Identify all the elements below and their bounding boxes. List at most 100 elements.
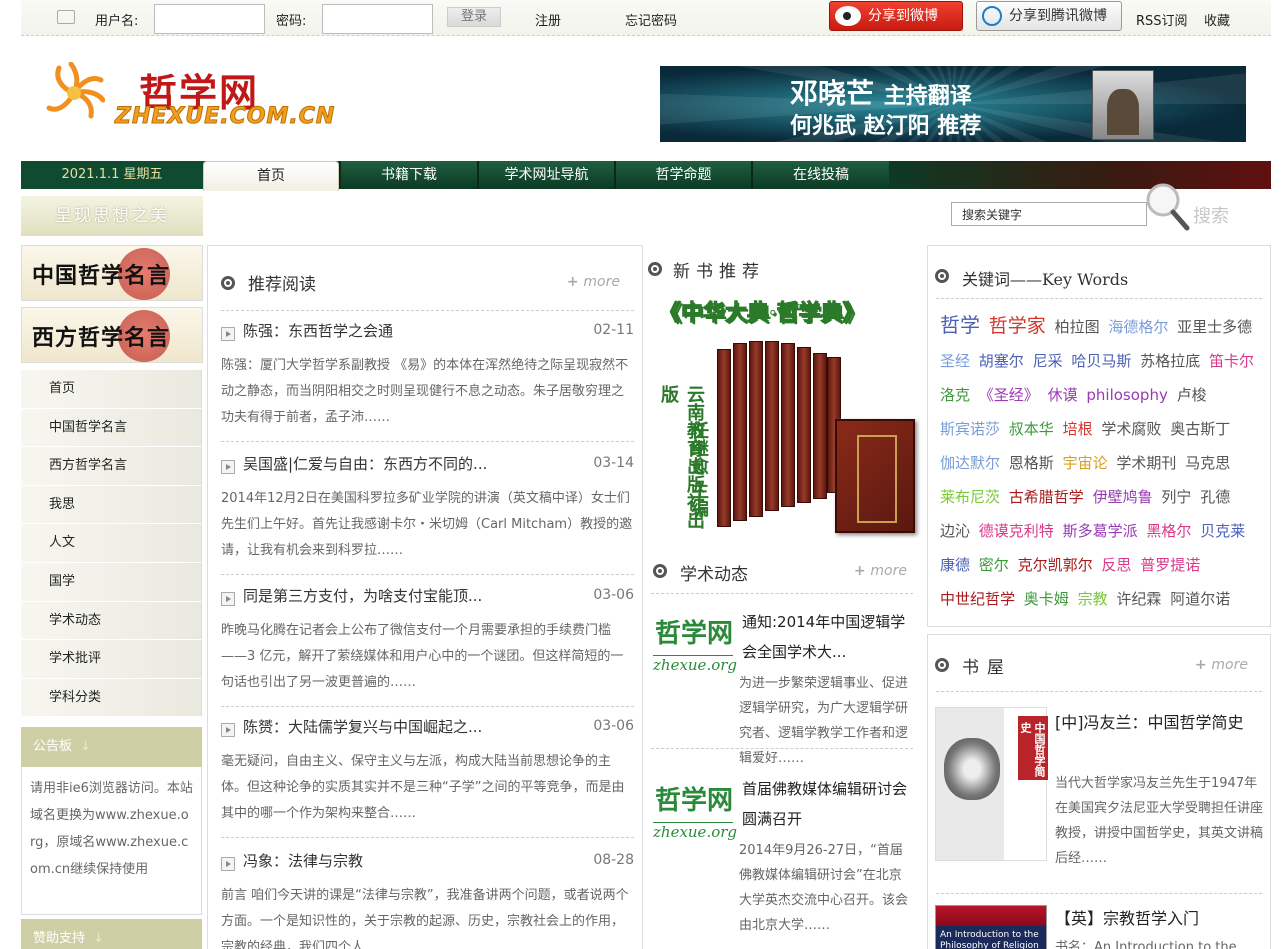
item-title[interactable]: 吴国盛|仁爱与自由：东西方不同的... (243, 453, 487, 474)
keyword-tag[interactable]: 哲学 (940, 313, 980, 337)
keyword-tag[interactable]: philosophy (1086, 386, 1167, 404)
keyword-tag[interactable]: 密尔 (979, 556, 1009, 574)
left-menu-item[interactable]: 国学 (21, 562, 202, 602)
list-item[interactable]: 哲学网 zhexue.org 通知:2014年中国逻辑学会全国学术大... 为进… (651, 607, 913, 766)
keyword-tag[interactable]: 苏格拉底 (1140, 352, 1200, 370)
username-input[interactable] (154, 4, 265, 34)
tab-academic-links[interactable]: 学术网址导航 (477, 161, 614, 189)
left-menu-item[interactable]: 学术批评 (21, 640, 202, 679)
keyword-tag[interactable]: 哲学家 (989, 315, 1046, 337)
tab-home[interactable]: 首页 (203, 161, 339, 191)
western-quotes-button[interactable]: 西方哲学名言 (21, 307, 203, 363)
keyword-tag[interactable]: 学术腐败 (1101, 420, 1161, 438)
keyword-tag[interactable]: 黑格尔 (1146, 522, 1191, 540)
keyword-tag[interactable]: 古希腊哲学 (1009, 488, 1084, 506)
keyword-tag[interactable]: 孔德 (1200, 488, 1230, 506)
keyword-tag[interactable]: 卢梭 (1177, 386, 1207, 404)
keyword-tag[interactable]: 克尔凯郭尔 (1018, 556, 1093, 574)
tab-submit[interactable]: 在线投稿 (751, 161, 889, 189)
search-button[interactable]: 搜索 (1193, 202, 1229, 228)
list-item[interactable]: 冯象：法律与宗教 08-28 前言 咱们今天讲的课是“法律与宗教”，我准备讲两个… (221, 850, 634, 949)
book-cover-image[interactable]: An Introduction to the Philosophy of Rel… (935, 905, 1047, 949)
keyword-tag[interactable]: 反思 (1101, 556, 1131, 574)
academic-more-link[interactable]: more (854, 563, 907, 579)
site-logo[interactable]: 哲学网 ZHEXUE.COM.CN (21, 42, 621, 157)
keyword-tag[interactable]: 许纪霖 (1116, 590, 1161, 608)
chinese-quotes-button[interactable]: 中国哲学名言 (21, 245, 203, 301)
news-title[interactable]: 通知:2014年中国逻辑学会全国学术大... (742, 607, 912, 667)
register-link[interactable]: 注册 (535, 10, 561, 29)
left-menu-item[interactable]: 中国哲学名言 (21, 408, 202, 448)
chinese-quotes-label: 中国哲学名言 (32, 263, 171, 289)
header-ad-banner[interactable]: 邓晓芒 主持翻译 何兆武 赵汀阳 推荐 (660, 66, 1246, 142)
favorite-link[interactable]: 收藏 (1204, 10, 1230, 29)
news-title[interactable]: 首届佛教媒体编辑研讨会圆满召开 (742, 774, 912, 834)
keyword-tag[interactable]: 斯多葛学派 (1063, 522, 1138, 540)
left-menu-item[interactable]: 西方哲学名言 (21, 447, 202, 486)
new-book-cover-image[interactable]: 《中华大典·哲学典》 云南教育出版社出版 任继愈 主编 (655, 295, 917, 539)
keyword-tag[interactable]: 普罗提诺 (1140, 556, 1200, 574)
book-cover-image[interactable]: 中国哲学简史 (935, 707, 1048, 861)
share-tencent-button[interactable]: 分享到腾讯微博 (976, 1, 1122, 31)
keyword-tag[interactable]: 《圣经》 (979, 386, 1039, 404)
keyword-tag[interactable]: 笛卡尔 (1209, 352, 1254, 370)
keyword-tag[interactable]: 尼采 (1033, 352, 1063, 370)
keyword-tag[interactable]: 马克思 (1185, 454, 1230, 472)
keyword-tag[interactable]: 洛克 (940, 386, 970, 404)
notice-board-header: 公告板 ↓ (21, 727, 202, 767)
keyword-tag[interactable]: 奥卡姆 (1024, 590, 1069, 608)
list-item[interactable]: 吴国盛|仁爱与自由：东西方不同的... 03-14 2014年12月2日在美国科… (221, 453, 634, 575)
tab-book-download[interactable]: 书籍下载 (339, 161, 477, 189)
keyword-tag[interactable]: 培根 (1063, 420, 1093, 438)
keyword-tag[interactable]: 斯宾诺莎 (940, 420, 1000, 438)
password-input[interactable] (322, 4, 433, 34)
left-menu-item[interactable]: 学科分类 (21, 678, 202, 718)
keyword-tag[interactable]: 圣经 (940, 352, 970, 370)
keyword-tag[interactable]: 亚里士多德 (1177, 318, 1252, 336)
keyword-tag[interactable]: 哈贝马斯 (1071, 352, 1131, 370)
keyword-tag[interactable]: 宇宙论 (1063, 454, 1108, 472)
keyword-tag[interactable]: 休谟 (1048, 386, 1078, 404)
left-menu-item[interactable]: 学术动态 (21, 601, 202, 641)
list-item[interactable]: 同是第三方支付，为啥支付宝能顶... 03-06 昨晚马化腾在记者会上公布了微信… (221, 585, 634, 707)
keyword-tag[interactable]: 阿道尔诺 (1170, 590, 1230, 608)
item-title[interactable]: 陈赟：大陆儒学复兴与中国崛起之... (243, 716, 482, 737)
rss-link[interactable]: RSS订阅 (1136, 10, 1188, 29)
book-title[interactable]: 【英】宗教哲学入门 (1055, 903, 1265, 934)
left-menu-item[interactable]: 首页 (21, 370, 202, 409)
login-button[interactable]: 登录 (447, 7, 501, 27)
keyword-tag[interactable]: 恩格斯 (1009, 454, 1054, 472)
share-weibo-button[interactable]: 分享到微博 (829, 1, 963, 31)
keyword-tag[interactable]: 学术期刊 (1116, 454, 1176, 472)
keyword-tag[interactable]: 莱布尼茨 (940, 488, 1000, 506)
recommended-more-link[interactable]: more (567, 274, 620, 290)
keyword-tag[interactable]: 德谟克利特 (979, 522, 1054, 540)
keyword-tag[interactable]: 奥古斯丁 (1170, 420, 1230, 438)
tab-propositions[interactable]: 哲学命题 (614, 161, 751, 189)
keyword-tag[interactable]: 伽达默尔 (940, 454, 1000, 472)
item-title[interactable]: 同是第三方支付，为啥支付宝能顶... (243, 585, 482, 606)
search-input[interactable] (951, 202, 1147, 226)
forgot-password-link[interactable]: 忘记密码 (625, 10, 677, 29)
list-item[interactable]: 哲学网 zhexue.org 首届佛教媒体编辑研讨会圆满召开 2014年9月26… (651, 774, 913, 933)
keyword-tag[interactable]: 叔本华 (1009, 420, 1054, 438)
keyword-tag[interactable]: 贝克莱 (1200, 522, 1245, 540)
list-item[interactable]: 陈强：东西哲学之会通 02-11 陈强：厦门大学哲学系副教授 《易》的本体在浑然… (221, 320, 634, 442)
keyword-tag[interactable]: 中世纪哲学 (940, 590, 1015, 608)
keyword-tag[interactable]: 海德格尔 (1108, 318, 1168, 336)
book-title[interactable]: [中]冯友兰：中国哲学简史 (1055, 707, 1265, 738)
keyword-tag[interactable]: 柏拉图 (1055, 318, 1100, 336)
list-item[interactable]: 陈赟：大陆儒学复兴与中国崛起之... 03-06 毫无疑问，自由主义、保守主义与… (221, 716, 634, 838)
keyword-tag[interactable]: 康德 (940, 556, 970, 574)
item-title[interactable]: 冯象：法律与宗教 (243, 850, 363, 871)
left-menu-item[interactable]: 我思 (21, 485, 202, 525)
keyword-tag[interactable]: 列宁 (1161, 488, 1191, 506)
keyword-tag[interactable]: 胡塞尔 (979, 352, 1024, 370)
item-title[interactable]: 陈强：东西哲学之会通 (243, 320, 393, 341)
left-menu-item[interactable]: 人文 (21, 524, 202, 563)
keyword-tag[interactable]: 伊壁鸠鲁 (1093, 488, 1153, 506)
keyword-tag[interactable]: 宗教 (1078, 590, 1108, 608)
bookhouse-more-link[interactable]: more (1195, 657, 1248, 673)
magnifier-icon[interactable] (1143, 182, 1191, 232)
keyword-tag[interactable]: 边沁 (940, 522, 970, 540)
